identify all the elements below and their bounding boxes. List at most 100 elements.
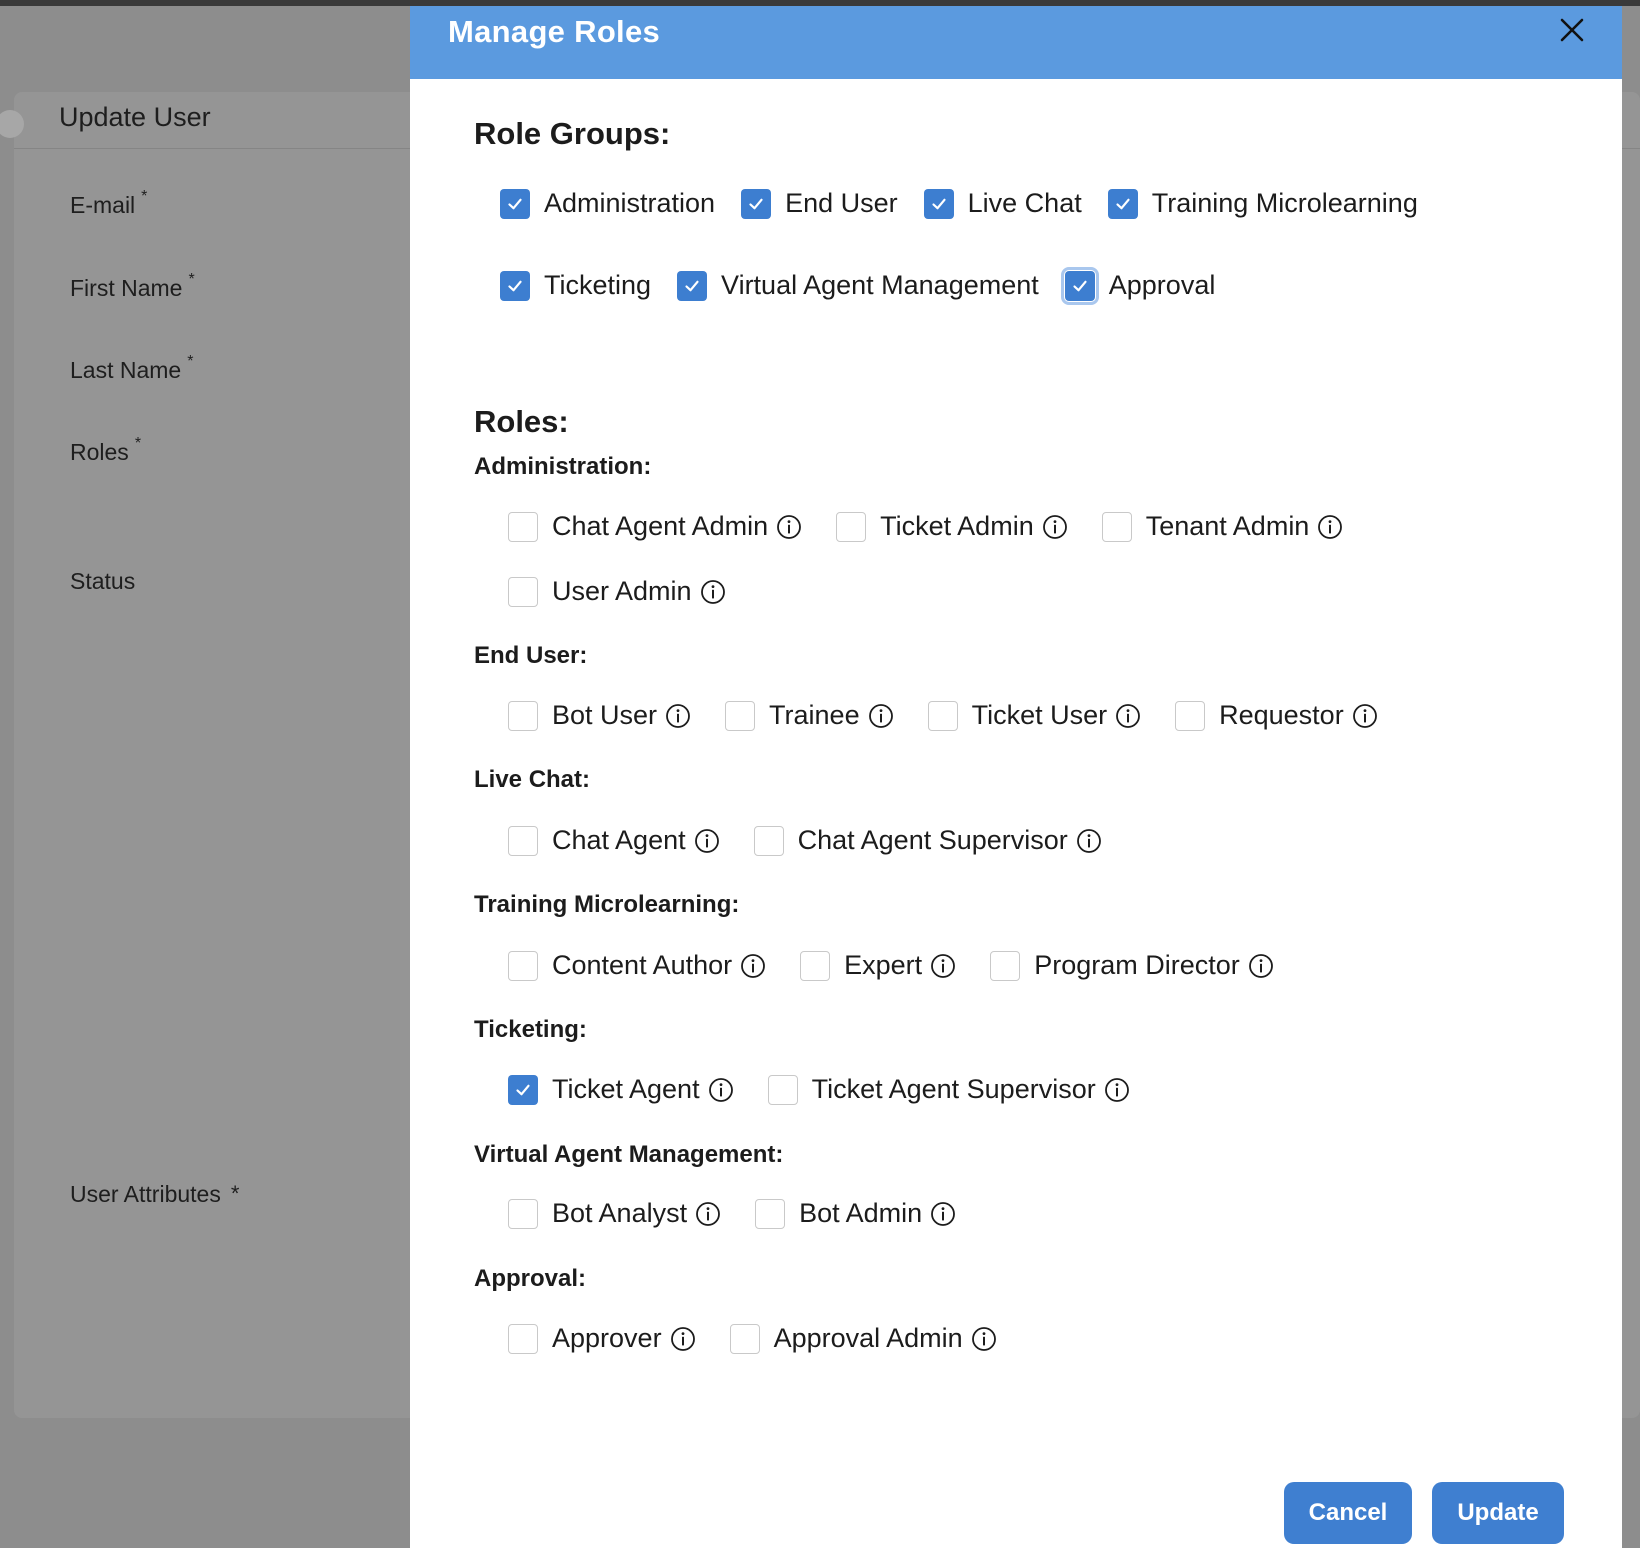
info-icon[interactable]	[665, 703, 691, 729]
checkbox-label: Ticket Agent	[552, 1074, 700, 1104]
role-section-heading-administration: Administration:	[474, 453, 652, 480]
info-icon[interactable]	[708, 1077, 734, 1103]
checkmark-icon	[683, 277, 701, 295]
dialog-header: Manage Roles	[410, 6, 1622, 79]
checkbox-label: Ticketing	[544, 270, 652, 300]
role-bot-analyst[interactable]: Bot Analyst	[508, 1198, 721, 1229]
checkbox-unchecked[interactable]	[508, 511, 538, 542]
status-label-text: Status	[70, 568, 136, 594]
update-button[interactable]: Update	[1432, 1482, 1564, 1544]
info-icon[interactable]	[1076, 828, 1102, 854]
dialog-title: Manage Roles	[448, 14, 661, 49]
checkbox-unchecked[interactable]	[508, 576, 538, 607]
checkmark-icon	[514, 1081, 532, 1099]
info-icon[interactable]	[971, 1326, 997, 1352]
role-section-heading-live-chat: Live Chat:	[474, 766, 591, 793]
checkbox-unchecked[interactable]	[927, 700, 958, 731]
info-icon[interactable]	[1317, 514, 1343, 540]
role-group-virtual-agent-management[interactable]: Virtual Agent Management	[677, 270, 1039, 301]
info-icon[interactable]	[1115, 703, 1141, 729]
last-name-label-text: Last Name	[70, 357, 182, 383]
checkbox-label: Chat Agent	[552, 825, 686, 855]
checkbox-unchecked[interactable]	[508, 1323, 538, 1354]
role-group-administration[interactable]: Administration	[500, 188, 715, 219]
role-content-author[interactable]: Content Author	[508, 950, 766, 981]
role-group-approval[interactable]: Approval	[1060, 266, 1216, 305]
role-approval-admin[interactable]: Approval Admin	[729, 1323, 997, 1354]
checkbox-checked[interactable]	[677, 270, 708, 301]
checkbox-unchecked[interactable]	[508, 1198, 538, 1229]
checkbox-unchecked[interactable]	[1101, 511, 1132, 542]
role-groups-row-1: Administration End User Live Chat Training …	[500, 188, 1444, 219]
email-label: E-mail *	[70, 188, 147, 219]
role-program-director[interactable]: Program Director	[990, 950, 1274, 981]
info-icon[interactable]	[1352, 703, 1378, 729]
info-icon[interactable]	[1042, 514, 1068, 540]
checkbox-checked[interactable]	[500, 270, 530, 301]
checkbox-checked[interactable]	[1107, 188, 1138, 219]
role-chat-agent-supervisor[interactable]: Chat Agent Supervisor	[753, 825, 1102, 856]
checkbox-unchecked[interactable]	[755, 1198, 786, 1229]
checkbox-unchecked[interactable]	[767, 1074, 798, 1105]
info-icon[interactable]	[695, 1201, 721, 1227]
checkbox-label: Trainee	[769, 700, 860, 730]
checkbox-unchecked[interactable]	[508, 825, 538, 856]
role-group-training-microlearning[interactable]: Training Microlearning	[1107, 188, 1418, 219]
required-mark: *	[230, 1181, 240, 1206]
checkbox-label: Tenant Admin	[1145, 511, 1310, 541]
info-icon[interactable]	[670, 1326, 696, 1352]
info-icon[interactable]	[930, 953, 956, 979]
role-chat-agent[interactable]: Chat Agent	[508, 825, 720, 856]
checkbox-unchecked[interactable]	[836, 511, 867, 542]
info-icon[interactable]	[776, 514, 802, 540]
close-icon	[1560, 18, 1584, 42]
checkbox-unchecked[interactable]	[753, 825, 784, 856]
checkbox-label: Approver	[552, 1323, 662, 1353]
checkbox-unchecked[interactable]	[729, 1323, 760, 1354]
info-icon[interactable]	[694, 828, 720, 854]
checkbox-checked[interactable]	[741, 188, 772, 219]
status-label: Status	[70, 568, 135, 595]
checkbox-label: Live Chat	[967, 188, 1082, 218]
info-icon[interactable]	[740, 953, 766, 979]
role-user-admin[interactable]: User Admin	[508, 576, 726, 607]
info-icon[interactable]	[1248, 953, 1274, 979]
info-icon[interactable]	[700, 579, 726, 605]
role-ticket-user[interactable]: Ticket User	[927, 700, 1142, 731]
role-ticket-agent-supervisor[interactable]: Ticket Agent Supervisor	[767, 1074, 1130, 1105]
role-ticket-admin[interactable]: Ticket Admin	[836, 511, 1068, 542]
role-expert[interactable]: Expert	[800, 950, 956, 981]
checkbox-checked[interactable]	[508, 1074, 538, 1105]
checkbox-unchecked[interactable]	[800, 950, 831, 981]
role-tenant-admin[interactable]: Tenant Admin	[1101, 511, 1344, 542]
info-icon[interactable]	[868, 703, 894, 729]
role-group-live-chat[interactable]: Live Chat	[923, 188, 1082, 219]
close-button[interactable]	[1552, 10, 1592, 50]
role-trainee[interactable]: Trainee	[725, 700, 894, 731]
role-chat-agent-admin[interactable]: Chat Agent Admin	[508, 511, 802, 542]
info-icon[interactable]	[1104, 1077, 1130, 1103]
role-bot-admin[interactable]: Bot Admin	[755, 1198, 956, 1229]
checkbox-label: Approval	[1108, 270, 1216, 300]
role-group-end-user[interactable]: End User	[741, 188, 898, 219]
role-requestor[interactable]: Requestor	[1175, 700, 1378, 731]
info-icon[interactable]	[930, 1201, 956, 1227]
checkbox-label: Ticket Agent Supervisor	[811, 1074, 1096, 1104]
checkbox-unchecked[interactable]	[508, 950, 538, 981]
role-bot-user[interactable]: Bot User	[508, 700, 691, 731]
required-mark: *	[134, 435, 142, 452]
role-group-ticketing[interactable]: Ticketing	[500, 270, 651, 301]
cancel-button[interactable]: Cancel	[1284, 1482, 1412, 1544]
checkbox-unchecked[interactable]	[1175, 700, 1206, 731]
role-section-heading-ticketing: Ticketing:	[474, 1016, 587, 1043]
checkmark-icon	[930, 195, 948, 213]
checkbox-unchecked[interactable]	[990, 950, 1021, 981]
checkbox-label: Chat Agent Supervisor	[797, 825, 1068, 855]
checkbox-checked[interactable]	[923, 188, 954, 219]
checkbox-checked[interactable]	[1060, 266, 1099, 305]
role-approver[interactable]: Approver	[508, 1323, 696, 1354]
role-ticket-agent[interactable]: Ticket Agent	[508, 1074, 734, 1105]
checkbox-unchecked[interactable]	[725, 700, 756, 731]
checkbox-unchecked[interactable]	[508, 700, 538, 731]
checkbox-checked[interactable]	[500, 188, 530, 219]
